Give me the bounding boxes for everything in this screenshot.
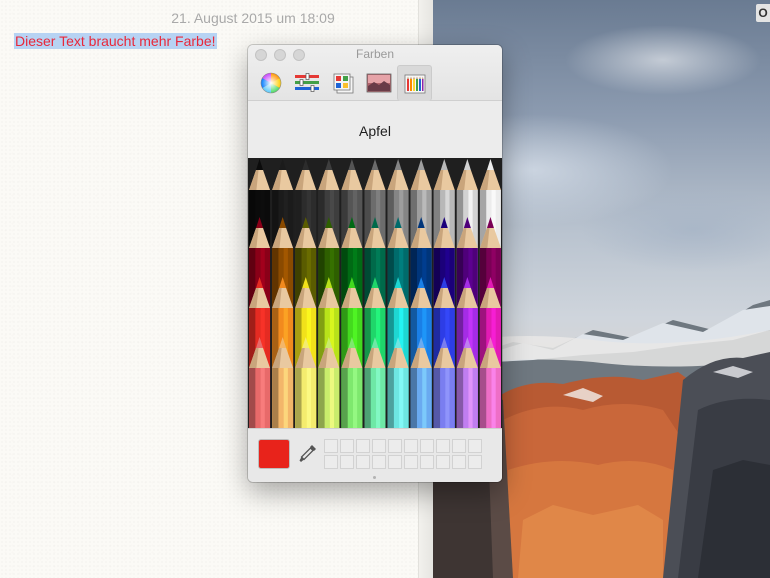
custom-swatch-slot[interactable] xyxy=(324,439,338,453)
note-date: 21. August 2015 um 18:09 xyxy=(171,10,335,26)
colors-panel-window[interactable]: Farben Apfel xyxy=(248,45,502,482)
custom-swatch-slot[interactable] xyxy=(372,455,386,469)
custom-swatch-grid xyxy=(324,439,482,469)
custom-swatch-slot[interactable] xyxy=(340,439,354,453)
colors-panel-titlebar[interactable]: Farben xyxy=(248,45,502,101)
current-color-well[interactable] xyxy=(258,439,290,469)
custom-swatch-slot[interactable] xyxy=(420,439,434,453)
pencils-icon xyxy=(404,74,425,93)
color-palettes-icon xyxy=(333,73,353,94)
pencil-rows[interactable] xyxy=(248,158,502,428)
palette-name-label: Apfel xyxy=(359,123,391,139)
custom-swatch-slot[interactable] xyxy=(468,439,482,453)
colors-mode-toolbar xyxy=(253,65,433,101)
pencils-pane: Apfel xyxy=(248,101,502,428)
colors-panel-bottom-bar xyxy=(248,428,502,482)
custom-swatch-slot[interactable] xyxy=(452,439,466,453)
color-sliders-icon xyxy=(294,73,319,92)
custom-swatch-slot[interactable] xyxy=(372,439,386,453)
custom-swatch-slot[interactable] xyxy=(324,455,338,469)
custom-swatch-slot[interactable] xyxy=(404,455,418,469)
pencil-picker[interactable] xyxy=(248,158,502,428)
pencils-tab[interactable] xyxy=(397,65,432,101)
panel-resize-handle[interactable] xyxy=(373,476,376,479)
custom-swatch-slot[interactable] xyxy=(356,439,370,453)
image-palettes-icon xyxy=(366,73,391,93)
custom-swatch-slot[interactable] xyxy=(436,455,450,469)
colors-panel-title: Farben xyxy=(355,47,395,61)
image-palettes-tab[interactable] xyxy=(361,65,396,101)
color-sliders-tab[interactable] xyxy=(289,65,324,101)
eyedropper-icon[interactable] xyxy=(298,443,318,465)
custom-swatch-slot[interactable] xyxy=(404,439,418,453)
custom-swatch-slot[interactable] xyxy=(452,455,466,469)
custom-swatch-slot[interactable] xyxy=(388,455,402,469)
custom-swatch-slot[interactable] xyxy=(436,439,450,453)
color-palettes-tab[interactable] xyxy=(325,65,360,101)
color-wheel-tab[interactable] xyxy=(253,65,288,101)
custom-swatch-slot[interactable] xyxy=(388,439,402,453)
custom-swatch-slot[interactable] xyxy=(420,455,434,469)
selected-note-text[interactable]: Dieser Text braucht mehr Farbe! xyxy=(14,33,217,49)
color-wheel-icon xyxy=(260,72,281,94)
menu-extra-badge[interactable]: O xyxy=(756,4,770,22)
custom-swatch-slot[interactable] xyxy=(468,455,482,469)
custom-swatch-slot[interactable] xyxy=(340,455,354,469)
custom-swatch-slot[interactable] xyxy=(356,455,370,469)
